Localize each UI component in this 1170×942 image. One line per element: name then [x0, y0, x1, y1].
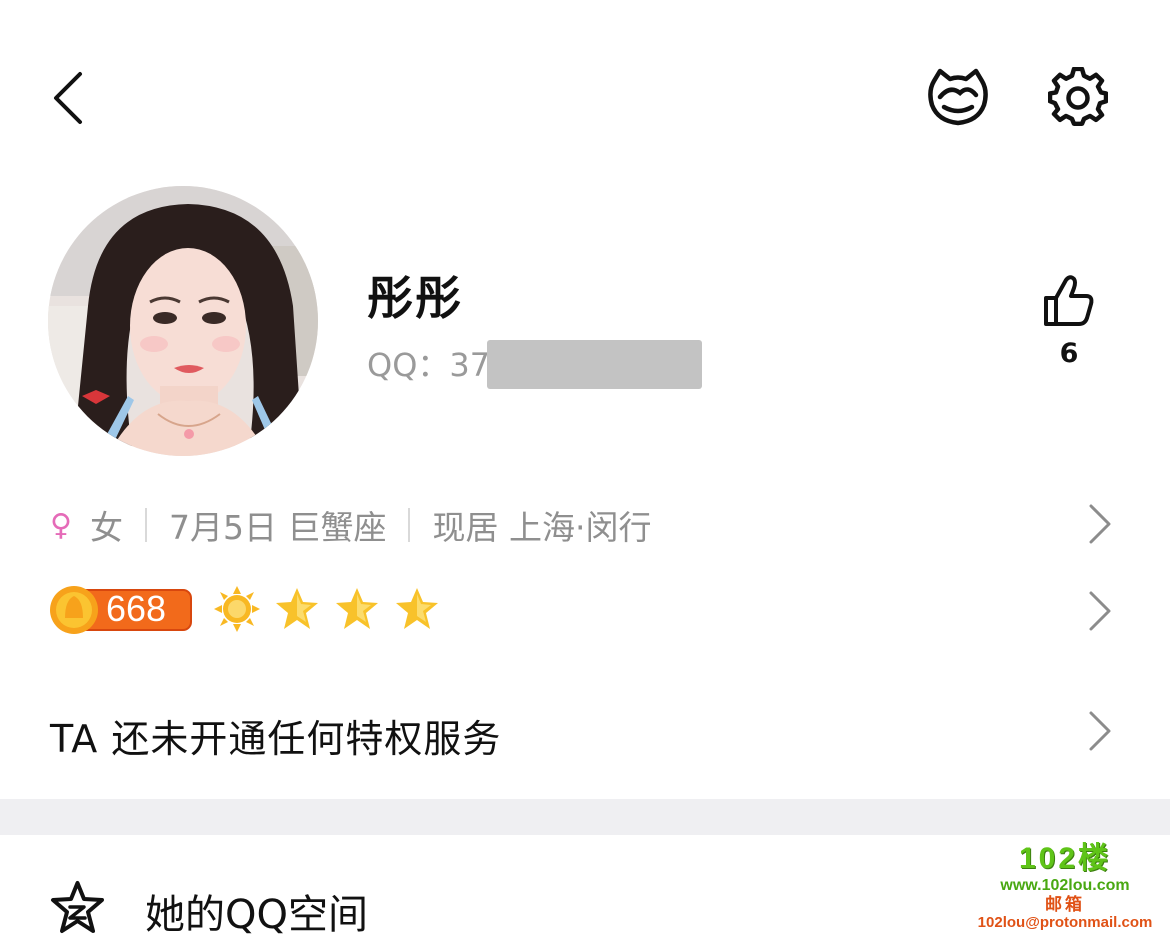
gender-text: 女 — [89, 508, 123, 547]
top-bar — [0, 0, 1170, 190]
watermark-url: www.102lou.com — [1000, 876, 1130, 894]
profile-page: 彤彤 QQ：37 6 ♀ 女 7月5日 巨蟹座 现居 上海·闵行 668 TA … — [0, 0, 1170, 942]
star-icon — [276, 588, 318, 629]
basic-info: ♀ 女 7月5日 巨蟹座 现居 上海·闵行 — [50, 501, 651, 549]
pet-button[interactable] — [922, 64, 994, 130]
watermark: 102楼 www.102lou.com 邮箱 102lou@protonmail… — [965, 842, 1165, 932]
star-icon — [396, 588, 438, 629]
chevron-right-icon — [1089, 711, 1111, 751]
divider — [144, 508, 147, 542]
location-text: 现居 上海·闵行 — [432, 508, 652, 547]
privilege-row[interactable]: TA 还未开通任何特权服务 — [0, 690, 1170, 770]
chevron-right-icon — [1089, 591, 1111, 631]
level-value: 668 — [106, 588, 167, 629]
qzone-star-icon — [51, 881, 104, 933]
avatar-photo — [48, 186, 318, 456]
settings-button[interactable] — [1045, 64, 1111, 130]
watermark-logo: 102楼 — [1018, 842, 1112, 875]
avatar[interactable] — [48, 186, 318, 456]
birthday-text: 7月5日 巨蟹座 — [168, 508, 387, 547]
qq-number: QQ：37 — [367, 346, 491, 384]
qq-number-mask — [487, 340, 702, 389]
female-icon: ♀ — [50, 507, 72, 543]
sun-icon — [214, 586, 260, 632]
level-row[interactable]: 668 — [0, 570, 1170, 650]
like-count: 6 — [1059, 338, 1079, 369]
divider — [408, 508, 411, 542]
chevron-right-icon — [1089, 504, 1111, 544]
thumbs-up-icon — [1044, 275, 1094, 326]
gear-icon — [1048, 67, 1108, 127]
back-button[interactable] — [40, 66, 100, 130]
level-icons — [214, 586, 454, 632]
watermark-mail: 102lou@protonmail.com — [977, 914, 1153, 932]
back-icon — [54, 72, 82, 124]
pet-icon — [928, 68, 988, 126]
nickname: 彤彤 — [367, 271, 463, 325]
watermark-mail-label: 邮箱 — [1045, 894, 1085, 914]
qzone-label: 她的QQ空间 — [145, 892, 368, 938]
star-icon — [336, 588, 378, 629]
privilege-text: TA 还未开通任何特权服务 — [50, 717, 502, 761]
like-button[interactable] — [1040, 272, 1098, 330]
section-divider — [0, 799, 1170, 835]
basic-info-row[interactable]: ♀ 女 7月5日 巨蟹座 现居 上海·闵行 — [0, 483, 1170, 563]
